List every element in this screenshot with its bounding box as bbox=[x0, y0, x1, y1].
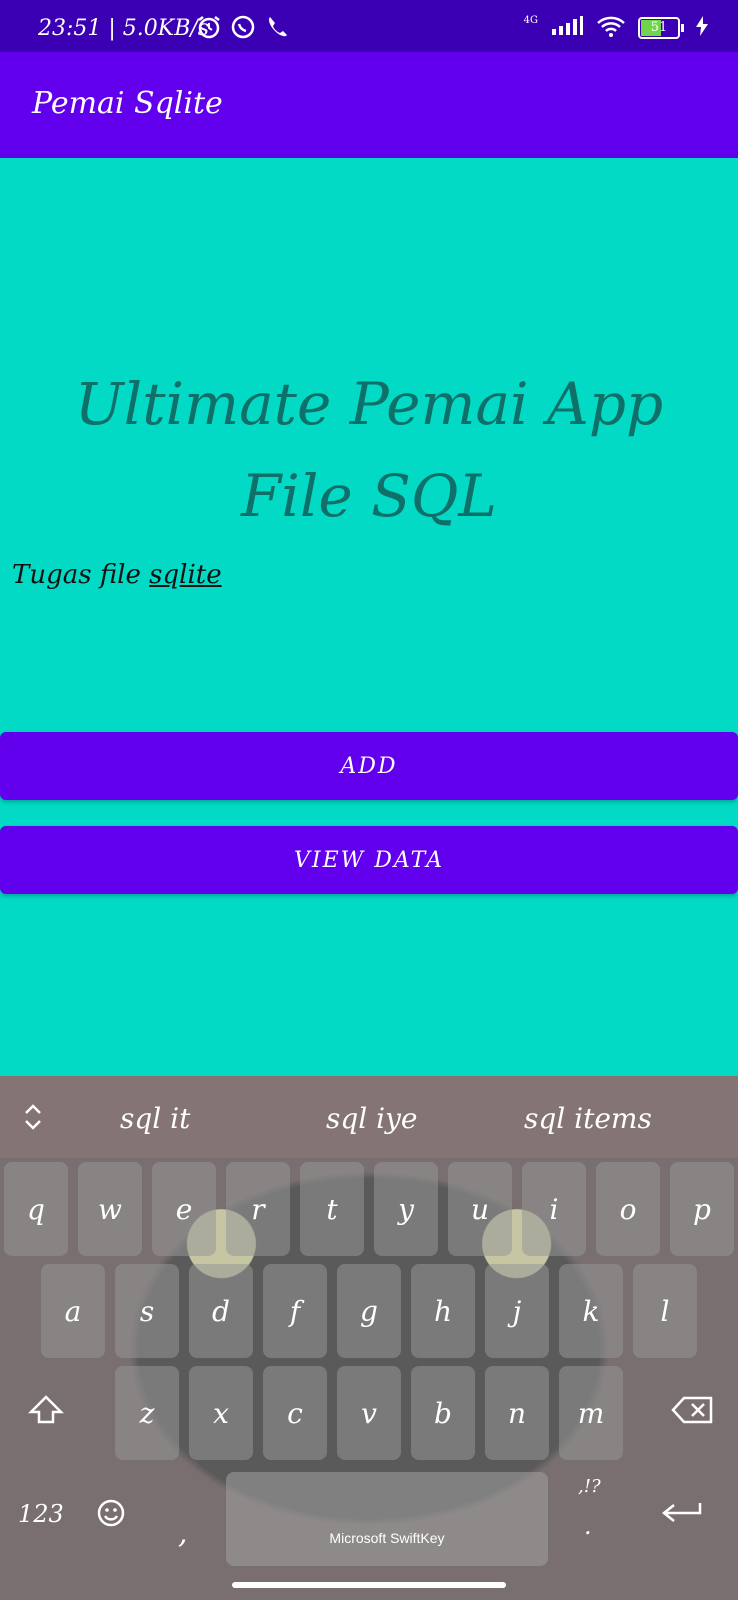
key-b[interactable]: b bbox=[411, 1366, 475, 1460]
emoji-key[interactable] bbox=[96, 1498, 126, 1534]
suggestion-1[interactable]: sql it bbox=[120, 1102, 190, 1135]
key-m[interactable]: m bbox=[559, 1366, 623, 1460]
shift-key[interactable] bbox=[14, 1366, 78, 1460]
enter-key[interactable] bbox=[660, 1500, 704, 1534]
subtitle: Tugas file sqlite bbox=[12, 560, 222, 590]
shift-icon bbox=[27, 1394, 65, 1433]
key-x[interactable]: x bbox=[189, 1366, 253, 1460]
key-r[interactable]: r bbox=[226, 1162, 290, 1256]
suggestion-3[interactable]: sql items bbox=[524, 1102, 652, 1135]
key-j[interactable]: j bbox=[485, 1264, 549, 1358]
subtitle-link[interactable]: sqlite bbox=[149, 560, 221, 590]
add-button[interactable]: ADD bbox=[0, 732, 738, 800]
key-w[interactable]: w bbox=[78, 1162, 142, 1256]
key-h[interactable]: h bbox=[411, 1264, 475, 1358]
key-y[interactable]: y bbox=[374, 1162, 438, 1256]
status-bar: 23:51 | 5.0KB/s 4G 51 bbox=[0, 0, 738, 52]
whatsapp-icon bbox=[230, 14, 256, 44]
app-title: Pemai Sqlite bbox=[32, 86, 223, 121]
key-k[interactable]: k bbox=[559, 1264, 623, 1358]
space-bar[interactable]: Microsoft SwiftKey bbox=[226, 1472, 548, 1566]
view-data-button[interactable]: VIEW DATA bbox=[0, 826, 738, 894]
key-d[interactable]: d bbox=[189, 1264, 253, 1358]
expand-toolbar-icon[interactable] bbox=[22, 1102, 44, 1136]
wifi-icon bbox=[596, 14, 626, 42]
key-n[interactable]: n bbox=[485, 1366, 549, 1460]
keyboard: sql it sql iye sql items q w e r t y u i… bbox=[0, 1076, 738, 1600]
numbers-key[interactable]: 123 bbox=[18, 1500, 64, 1528]
backspace-key[interactable] bbox=[660, 1366, 724, 1460]
key-s[interactable]: s bbox=[115, 1264, 179, 1358]
period-key[interactable]: . bbox=[584, 1512, 592, 1540]
network-label: 4G bbox=[523, 14, 538, 26]
key-e[interactable]: e bbox=[152, 1162, 216, 1256]
key-q[interactable]: q bbox=[4, 1162, 68, 1256]
battery-percent: 51 bbox=[650, 20, 668, 35]
alarm-icon bbox=[196, 14, 222, 44]
headline: Ultimate Pemai App File SQL bbox=[0, 358, 738, 542]
app-bar: Pemai Sqlite bbox=[0, 52, 738, 158]
signal-icon bbox=[550, 15, 584, 41]
headline-line-2: File SQL bbox=[241, 462, 497, 530]
home-indicator[interactable] bbox=[232, 1582, 506, 1588]
suggestion-2[interactable]: sql iye bbox=[326, 1102, 418, 1135]
space-bar-label: Microsoft SwiftKey bbox=[329, 1530, 445, 1546]
main-content: Ultimate Pemai App File SQL Tugas file s… bbox=[0, 158, 738, 1076]
phone-icon bbox=[266, 14, 288, 42]
key-i[interactable]: i bbox=[522, 1162, 586, 1256]
status-time: 23:51 | 5.0KB/s bbox=[38, 16, 210, 41]
enter-icon bbox=[660, 1503, 704, 1534]
key-f[interactable]: f bbox=[263, 1264, 327, 1358]
key-o[interactable]: o bbox=[596, 1162, 660, 1256]
battery-icon: 51 bbox=[638, 17, 684, 39]
key-v[interactable]: v bbox=[337, 1366, 401, 1460]
emoji-icon bbox=[96, 1499, 126, 1534]
backspace-icon bbox=[670, 1395, 714, 1432]
subtitle-prefix: Tugas file bbox=[12, 560, 141, 590]
punctuation-hint: ,!? bbox=[578, 1476, 601, 1497]
key-t[interactable]: t bbox=[300, 1162, 364, 1256]
charging-icon bbox=[696, 16, 708, 40]
key-u[interactable]: u bbox=[448, 1162, 512, 1256]
key-c[interactable]: c bbox=[263, 1366, 327, 1460]
headline-line-1: Ultimate Pemai App bbox=[74, 370, 664, 438]
key-a[interactable]: a bbox=[41, 1264, 105, 1358]
key-g[interactable]: g bbox=[337, 1264, 401, 1358]
key-p[interactable]: p bbox=[670, 1162, 734, 1256]
suggestion-bar: sql it sql iye sql items bbox=[0, 1076, 738, 1158]
key-z[interactable]: z bbox=[115, 1366, 179, 1460]
comma-key[interactable]: , bbox=[178, 1516, 188, 1551]
key-l[interactable]: l bbox=[633, 1264, 697, 1358]
